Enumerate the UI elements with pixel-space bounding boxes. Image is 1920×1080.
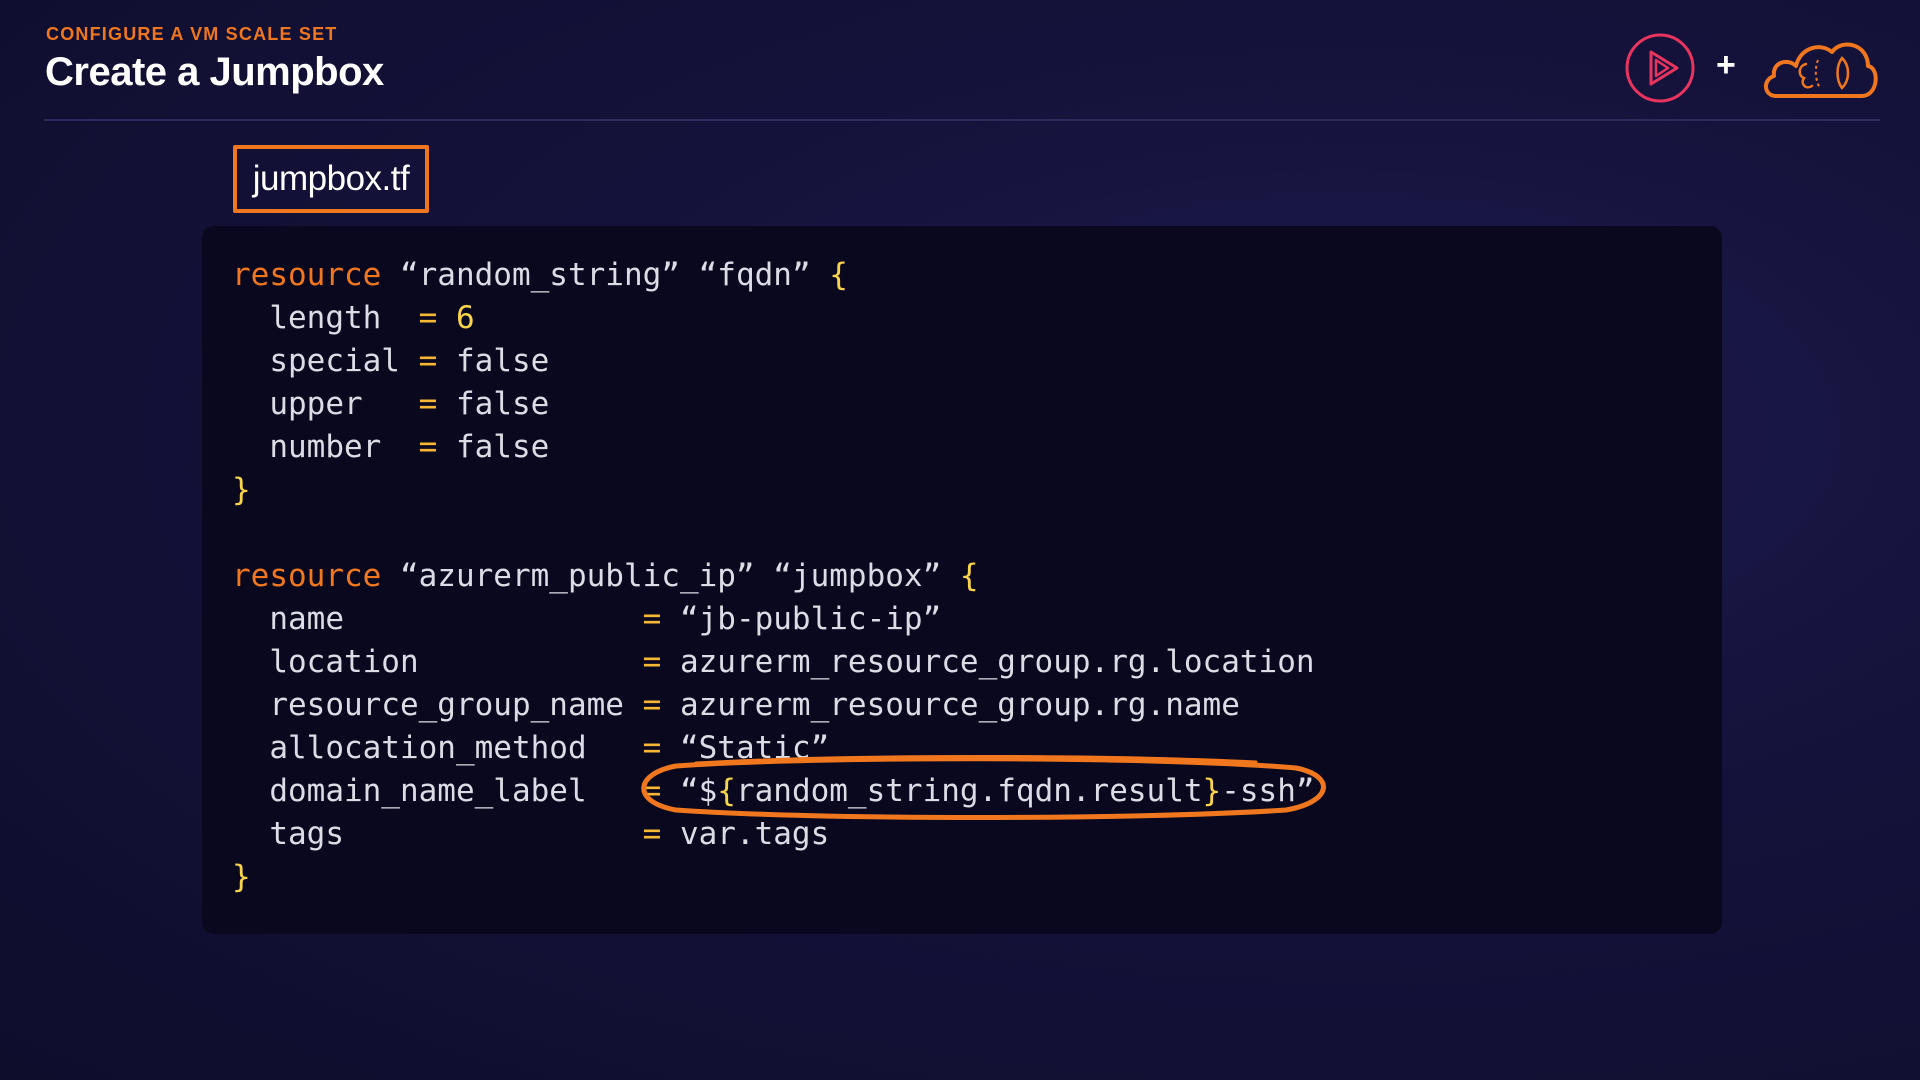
attr-value: “jb-public-ip” (679, 601, 942, 637)
code-line: location = azurerm_resource_group.rg.loc… (232, 641, 1315, 684)
keyword: resource (232, 257, 382, 293)
attr-value: 6 (455, 300, 475, 336)
brain-cloud-icon (1764, 42, 1878, 98)
keyword: resource (232, 558, 382, 594)
code-line: } (232, 856, 1315, 899)
resource-name: “jumpbox” (773, 558, 942, 594)
section-eyebrow: CONFIGURE A VM SCALE SET (46, 24, 338, 44)
code-line: special = false (232, 340, 1315, 383)
attr-key: name (269, 601, 344, 637)
equals: = (418, 429, 438, 465)
equals: = (418, 300, 438, 336)
resource-name: “fqdn” (698, 257, 811, 293)
equals: = (418, 343, 438, 379)
code-line: length = 6 (232, 297, 1315, 340)
code-line: number = false (232, 426, 1315, 469)
slide-title: Create a Jumpbox (45, 50, 384, 94)
attr-value: false (456, 386, 550, 422)
equals: = (642, 644, 662, 680)
attr-key: location (269, 644, 419, 680)
attr-value: azurerm_resource_group.rg.name (679, 687, 1240, 723)
attr-value: azurerm_resource_group.rg.location (679, 644, 1315, 680)
attr-key: number (269, 429, 382, 465)
pluralsight-play-icon (1625, 33, 1695, 103)
attr-value: false (456, 343, 550, 379)
open-brace: { (959, 558, 979, 594)
code-line: name = “jb-public-ip” (232, 598, 1315, 641)
highlight-ellipse-annotation (641, 755, 1326, 820)
resource-type: “random_string” (399, 257, 680, 293)
code-line: resource_group_name = azurerm_resource_g… (232, 684, 1315, 727)
code-line: } (232, 469, 1315, 512)
file-name-tag: jumpbox.tf (233, 145, 429, 213)
logo-group: + (1620, 28, 1880, 108)
attr-key: special (269, 343, 400, 379)
open-brace: { (829, 257, 848, 293)
equals: = (418, 386, 438, 422)
plus-sign: + (1716, 46, 1736, 84)
close-brace: } (232, 472, 251, 508)
attr-key: tags (269, 816, 344, 852)
attr-key: length (269, 300, 382, 336)
resource-type: “azurerm_public_ip” (399, 558, 755, 594)
equals: = (642, 687, 662, 723)
attr-key: domain_name_label (269, 773, 587, 809)
code-line: upper = false (232, 383, 1315, 426)
attr-value: var.tags (679, 816, 830, 852)
code-line: resource “random_string” “fqdn” { (232, 254, 1315, 297)
attr-key: allocation_method (269, 730, 587, 766)
attr-value: false (455, 429, 550, 465)
equals: = (642, 601, 662, 637)
close-brace: } (232, 859, 251, 895)
header-divider (44, 119, 1880, 121)
equals: = (642, 816, 662, 852)
code-line: resource “azurerm_public_ip” “jumpbox” { (232, 555, 1315, 598)
attr-key: resource_group_name (269, 687, 624, 723)
attr-key: upper (269, 386, 363, 422)
